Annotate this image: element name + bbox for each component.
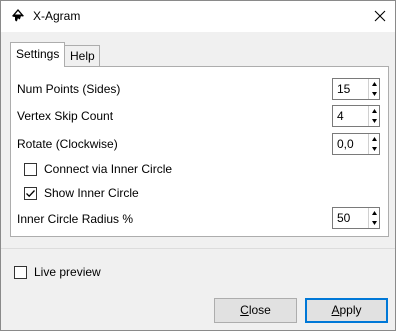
- show-inner-label[interactable]: Show Inner Circle: [44, 186, 139, 200]
- inkscape-icon: [12, 9, 24, 22]
- rotate-spinbox[interactable]: 0,0: [332, 133, 380, 155]
- inner-radius-value: 50: [337, 211, 351, 225]
- num-points-value: 15: [337, 82, 351, 96]
- live-preview-label[interactable]: Live preview: [34, 265, 101, 279]
- rotate-value: 0,0: [337, 137, 354, 151]
- spin-up-icon[interactable]: [371, 135, 378, 144]
- inner-radius-label: Inner Circle Radius %: [17, 212, 134, 226]
- num-points-label: Num Points (Sides): [17, 82, 121, 96]
- tab-help-label: Help: [70, 49, 95, 63]
- close-mnemonic: C: [240, 303, 249, 317]
- close-label: lose: [248, 303, 271, 317]
- num-points-spinbox[interactable]: 15: [332, 78, 380, 100]
- spin-down-icon[interactable]: [371, 116, 378, 125]
- apply-mnemonic: A: [331, 303, 340, 317]
- apply-label: pply: [339, 303, 362, 317]
- window-title: X-Agram: [33, 9, 81, 23]
- title-bar: X-Agram: [1, 1, 395, 32]
- live-preview-checkbox[interactable]: [14, 266, 27, 279]
- settings-panel: Num Points (Sides) 15 Vertex Skip Count …: [10, 66, 389, 237]
- rotate-label: Rotate (Clockwise): [17, 137, 118, 151]
- tab-help[interactable]: Help: [64, 45, 100, 67]
- close-icon[interactable]: [373, 9, 387, 23]
- spin-down-icon[interactable]: [371, 144, 378, 153]
- spin-up-icon[interactable]: [371, 107, 378, 116]
- spin-down-icon[interactable]: [371, 218, 378, 227]
- spin-up-icon[interactable]: [371, 80, 378, 89]
- separator: [1, 248, 395, 249]
- connect-inner-label[interactable]: Connect via Inner Circle: [44, 162, 172, 176]
- dialog-window: X-Agram Settings Help Num Points (Sides)…: [0, 0, 396, 331]
- vertex-skip-label: Vertex Skip Count: [17, 109, 114, 123]
- connect-inner-checkbox[interactable]: [24, 163, 37, 176]
- spin-up-icon[interactable]: [371, 209, 378, 218]
- inner-radius-spinbox[interactable]: 50: [332, 207, 380, 229]
- tab-settings[interactable]: Settings: [10, 42, 65, 67]
- show-inner-checkbox[interactable]: [24, 187, 37, 200]
- vertex-skip-spinbox[interactable]: 4: [332, 105, 380, 127]
- apply-button[interactable]: Apply: [305, 298, 388, 323]
- close-button[interactable]: Close: [214, 298, 297, 323]
- vertex-skip-value: 4: [337, 109, 344, 123]
- tab-settings-label: Settings: [16, 47, 60, 61]
- spin-down-icon[interactable]: [371, 89, 378, 98]
- checkmark-icon: [26, 190, 35, 198]
